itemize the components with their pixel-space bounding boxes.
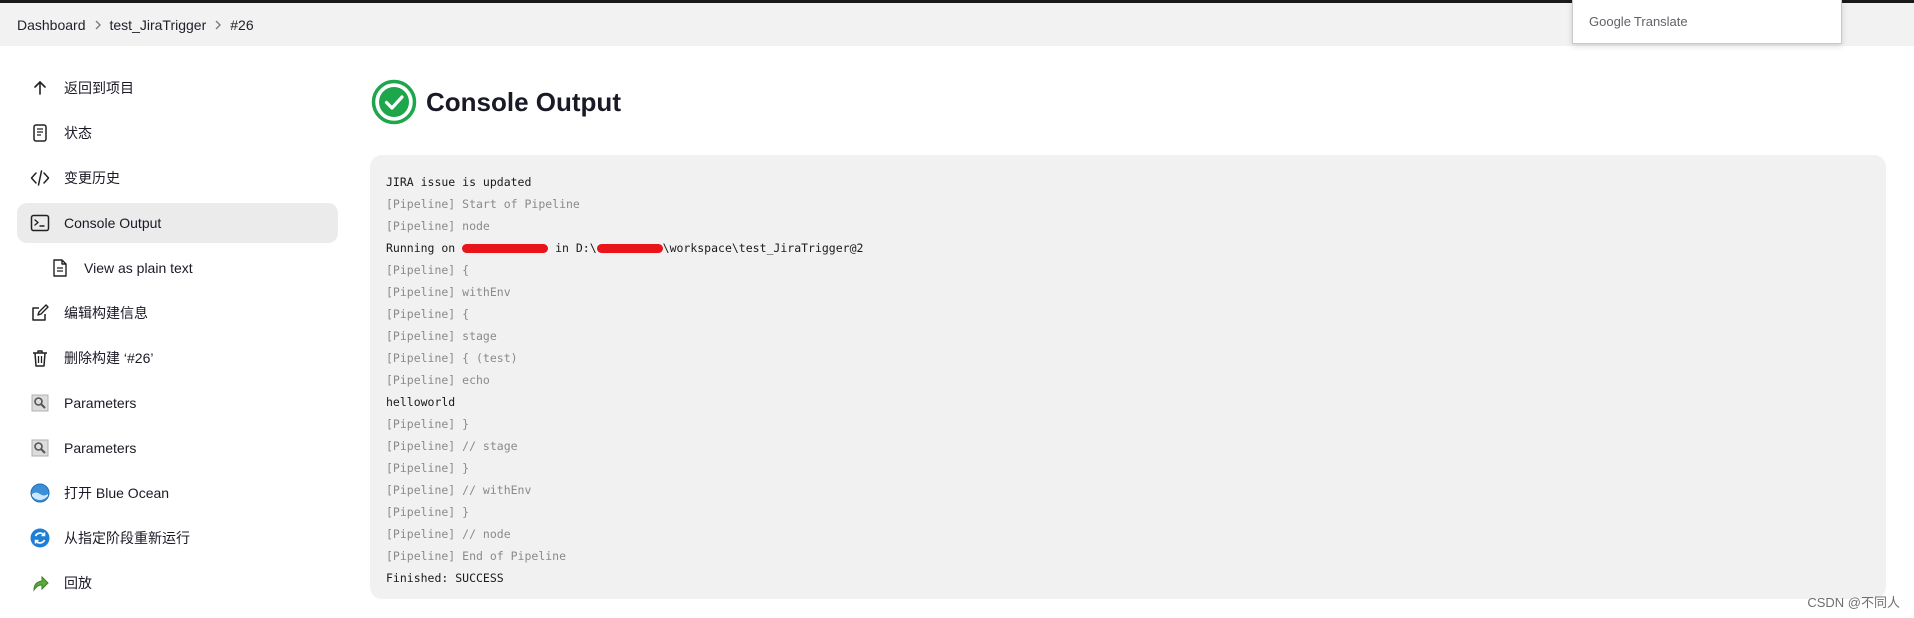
console-line: [Pipeline] node — [386, 219, 490, 233]
parameters-icon — [29, 392, 51, 414]
restart-icon — [29, 527, 51, 549]
console-line: [Pipeline] stage — [386, 329, 497, 343]
console-line: [Pipeline] // node — [386, 527, 511, 541]
sidebar-item-label: 打开 Blue Ocean — [64, 485, 170, 501]
sidebar-item-label: 回放 — [64, 575, 92, 591]
console-line: Finished: SUCCESS — [386, 571, 504, 585]
console-line: [Pipeline] // stage — [386, 439, 518, 453]
chevron-right-icon — [86, 18, 110, 32]
sidebar-item-label: View as plain text — [84, 260, 193, 276]
sidebar-item-changes[interactable]: 变更历史 — [17, 158, 338, 198]
console-line: [Pipeline] { — [386, 263, 470, 277]
watermark: CSDN @不同人 — [1807, 595, 1900, 610]
console-line: [Pipeline] } — [386, 461, 470, 475]
redaction-mark — [462, 244, 549, 253]
sidebar-item-label: Console Output — [64, 215, 162, 231]
console-line: [Pipeline] // withEnv — [386, 483, 532, 497]
blue-ocean-icon — [29, 482, 51, 504]
sidebar-item-label: 删除构建 ‘#26’ — [64, 350, 154, 366]
page-title: Console Output — [426, 86, 621, 117]
sidebar-item-label: 状态 — [64, 125, 92, 141]
sidebar-item-label: Parameters — [64, 395, 137, 411]
console-line: [Pipeline] { — [386, 307, 470, 321]
success-check-icon — [371, 79, 417, 125]
console-line: helloworld — [386, 395, 456, 409]
parameters-icon — [29, 437, 51, 459]
terminal-icon — [29, 212, 51, 234]
sidebar-item-label: 从指定阶段重新运行 — [64, 530, 190, 546]
breadcrumb-build[interactable]: #26 — [230, 17, 253, 33]
google-translate-popup[interactable]: Google Translate — [1572, 0, 1842, 44]
arrow-up-icon — [29, 77, 51, 99]
redaction-mark — [596, 244, 663, 253]
sidebar-item-delete-build[interactable]: 删除构建 ‘#26’ — [17, 338, 338, 378]
chevron-right-icon — [206, 18, 230, 32]
console-line-text: Running on — [386, 241, 463, 255]
sidebar-item-blue-ocean[interactable]: 打开 Blue Ocean — [17, 473, 338, 513]
code-icon — [29, 167, 51, 189]
sidebar-item-label: 编辑构建信息 — [64, 305, 148, 321]
translate-label: Translate — [1633, 14, 1688, 29]
console-line: Running on in D:\ \workspace\test_JiraTri… — [386, 237, 1886, 259]
console-line: [Pipeline] withEnv — [386, 285, 511, 299]
trash-icon — [29, 347, 51, 369]
sidebar-item-replay[interactable]: 回放 — [17, 563, 338, 603]
sidebar-item-view-plain-text[interactable]: View as plain text — [17, 248, 338, 288]
console-line-text: in D:\ — [548, 241, 597, 255]
replay-icon — [29, 572, 51, 594]
console-line: [Pipeline] } — [386, 417, 470, 431]
sidebar-item-label: Parameters — [64, 440, 137, 456]
sidebar: 返回到项目 状态 变更历史 Console Output View as pla… — [17, 68, 338, 608]
console-line-text: \workspace\test_JiraTrigger@2 — [662, 241, 864, 255]
sidebar-item-restart-from-stage[interactable]: 从指定阶段重新运行 — [17, 518, 338, 558]
sidebar-item-edit-build-info[interactable]: 编辑构建信息 — [17, 293, 338, 333]
sidebar-item-status[interactable]: 状态 — [17, 113, 338, 153]
document-icon — [29, 122, 51, 144]
sidebar-item-console-output[interactable]: Console Output — [17, 203, 338, 243]
console-line: [Pipeline] Start of Pipeline — [386, 197, 580, 211]
breadcrumb-project[interactable]: test_JiraTrigger — [110, 17, 207, 33]
sidebar-item-parameters[interactable]: Parameters — [17, 383, 338, 423]
sidebar-item-parameters[interactable]: Parameters — [17, 428, 338, 468]
edit-icon — [29, 302, 51, 324]
page-header: Console Output — [371, 79, 621, 125]
console-line: [Pipeline] } — [386, 505, 470, 519]
console-line: [Pipeline] End of Pipeline — [386, 549, 567, 563]
console-output[interactable]: JIRA issue is updated [Pipeline] Start of… — [370, 155, 1886, 599]
console-line: [Pipeline] { (test) — [386, 351, 518, 365]
file-text-icon — [49, 257, 71, 279]
console-line: [Pipeline] echo — [386, 373, 490, 387]
sidebar-item-label: 返回到项目 — [64, 80, 134, 96]
breadcrumb-dashboard[interactable]: Dashboard — [17, 17, 86, 33]
sidebar-item-label: 变更历史 — [64, 170, 120, 186]
console-line: JIRA issue is updated — [386, 175, 532, 189]
google-logo-text: Google — [1589, 14, 1631, 29]
sidebar-item-back-to-project[interactable]: 返回到项目 — [17, 68, 338, 108]
